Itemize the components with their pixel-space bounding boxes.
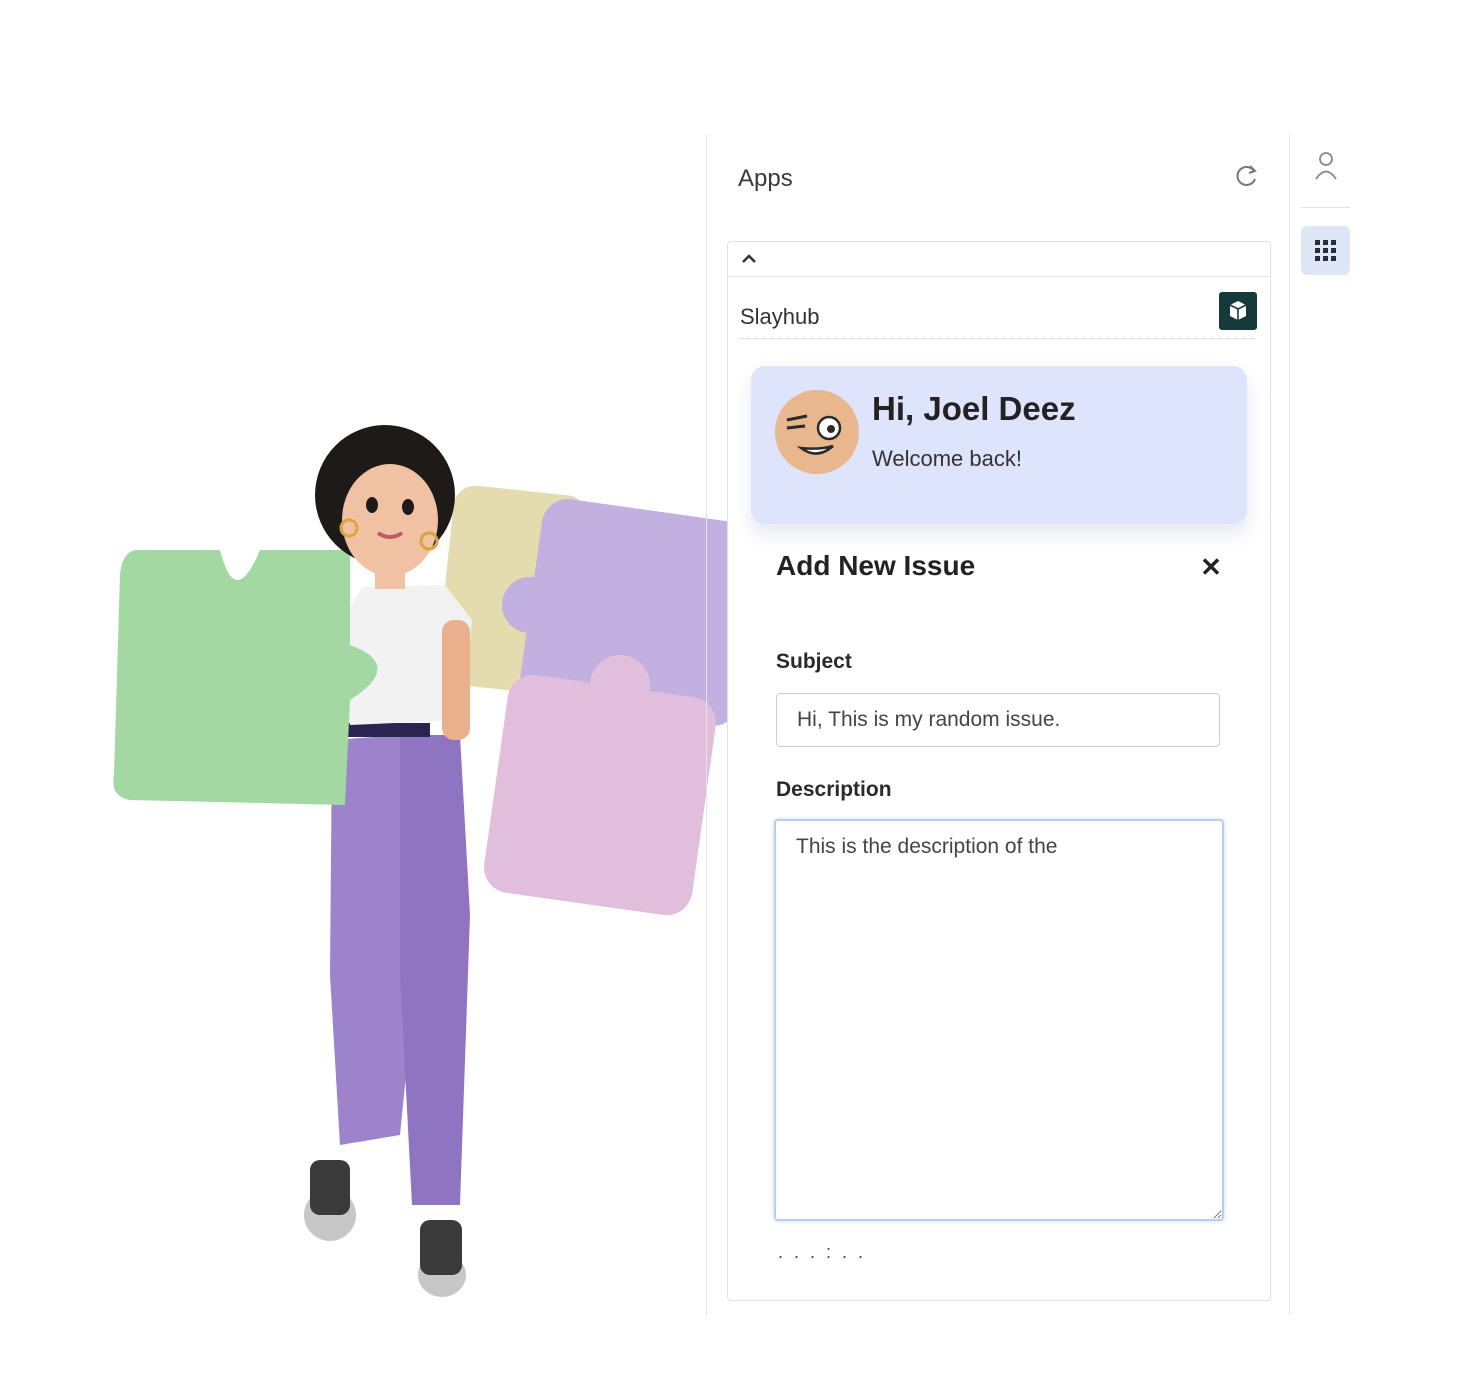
user-icon[interactable]: [1312, 150, 1340, 182]
panel-divider: [1289, 135, 1290, 1315]
close-icon[interactable]: ✕: [1198, 554, 1224, 580]
subject-input[interactable]: [776, 693, 1220, 747]
welcome-card: Hi, Joel Deez Welcome back!: [751, 366, 1247, 524]
refresh-icon[interactable]: [1232, 162, 1260, 190]
truncated-label: . . . : . .: [778, 1242, 867, 1262]
app-card: Slayhub Hi, Joel Deez Welcome back! Add …: [727, 241, 1271, 1301]
welcome-subtitle: Welcome back!: [872, 446, 1022, 471]
description-label: Description: [776, 778, 892, 801]
form-title: Add New Issue: [776, 550, 976, 581]
avatar: [775, 390, 859, 474]
subject-label: Subject: [776, 650, 852, 673]
rail-divider: [1301, 207, 1350, 208]
divider: [740, 338, 1256, 339]
apps-panel-title: Apps: [738, 165, 793, 192]
description-textarea[interactable]: This is the description of the: [774, 819, 1224, 1221]
panel-divider: [706, 135, 707, 1315]
app-name: Slayhub: [740, 304, 820, 329]
woman-with-puzzle-illustration: [113, 425, 761, 1297]
cube-icon: [1219, 292, 1257, 330]
card-header: [728, 242, 1270, 277]
greeting: Hi, Joel Deez: [872, 390, 1076, 427]
chevron-up-icon[interactable]: [738, 248, 760, 270]
grid-icon[interactable]: [1301, 226, 1350, 275]
